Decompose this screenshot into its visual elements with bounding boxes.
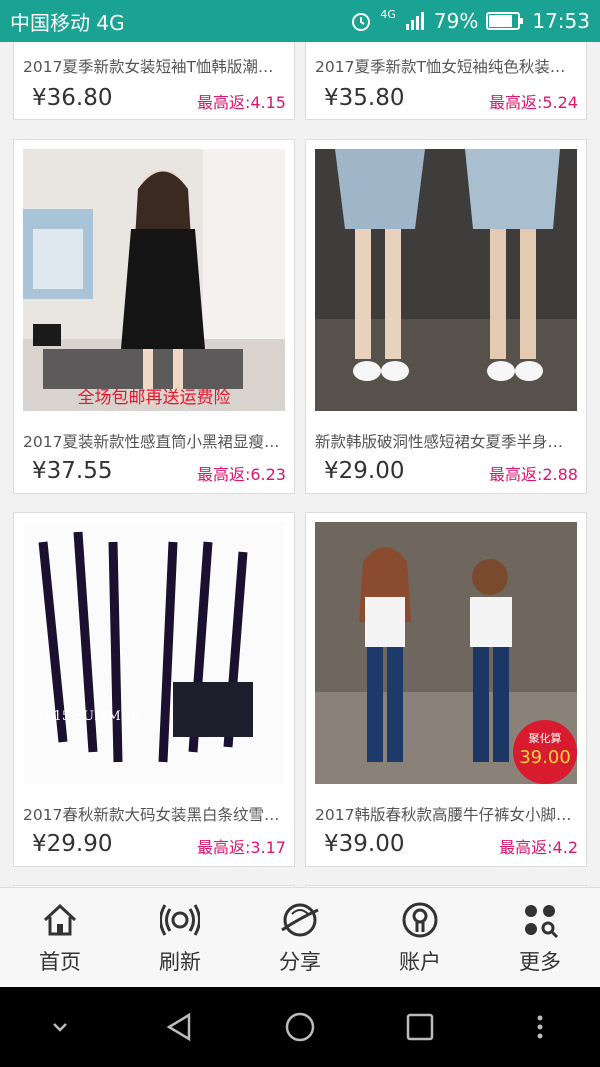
product-feed[interactable]: 2017夏季新款女装短袖T恤韩版潮… ¥36.80 最高返:4.15 2017夏… — [0, 42, 600, 887]
recents-icon[interactable] — [403, 1010, 437, 1044]
product-rebate: 最高返:4.2 — [499, 838, 578, 857]
product-card[interactable]: 2017夏季新款T恤女短袖纯色秋装… ¥35.80 最高返:5.24 — [305, 42, 587, 120]
home-circle-icon[interactable] — [283, 1010, 317, 1044]
product-price: ¥36.80 — [32, 85, 113, 111]
product-title: 2017韩版春秋款高腰牛仔裤女小脚… — [315, 806, 572, 824]
product-card[interactable]: 2015 SUMMER 2017春秋新款大码女装黑白条纹雪… ¥29.90 最高… — [13, 512, 295, 867]
promo-overlay-text: 全场包邮再送运费险 — [78, 388, 231, 408]
system-nav-bar — [0, 987, 600, 1067]
product-rebate: 最高返:4.15 — [196, 93, 286, 112]
nav-home[interactable]: 首页 — [0, 888, 120, 987]
more-icon — [525, 904, 559, 938]
alarm-icon — [352, 13, 371, 31]
product-card[interactable]: 新款韩版破洞性感短裙女夏季半身… ¥29.00 最高返:2.88 — [305, 139, 587, 494]
product-rebate: 最高返:3.17 — [196, 838, 286, 857]
product-card[interactable]: 2017夏季新款女装短袖T恤韩版潮… ¥36.80 最高返:4.15 — [13, 42, 295, 120]
battery-icon — [486, 12, 524, 30]
home-icon — [43, 903, 77, 935]
back-icon[interactable] — [163, 1010, 197, 1044]
refresh-icon — [160, 903, 200, 936]
product-image[interactable]: 全场包邮再送运费险 — [23, 149, 285, 411]
deal-badge-label: 聚化算 — [529, 731, 562, 745]
nav-account[interactable]: 账户 — [360, 888, 480, 987]
product-price: ¥39.00 — [324, 831, 405, 857]
product-rebate: 最高返:5.24 — [488, 93, 578, 112]
carrier-label: 中国移动 4G — [10, 10, 125, 35]
nav-more-label: 更多 — [519, 949, 561, 974]
product-title: 新款韩版破洞性感短裙女夏季半身… — [315, 433, 564, 451]
product-price: ¥35.80 — [324, 85, 405, 111]
signal-icon — [405, 12, 424, 30]
nav-share-label: 分享 — [279, 949, 321, 974]
product-rebate: 最高返:2.88 — [488, 465, 578, 484]
product-price: ¥29.90 — [32, 831, 113, 857]
product-price: ¥37.55 — [32, 458, 113, 484]
bottom-nav: 首页 刷新 分享 账户 更多 — [0, 887, 600, 987]
network-type-label: 4G — [380, 7, 396, 21]
product-card[interactable]: 聚化算 39.00 2017韩版春秋款高腰牛仔裤女小脚… ¥39.00 最高返:… — [305, 512, 587, 867]
status-bar: 中国移动 4G 4G 79% 17:53 — [0, 0, 600, 42]
product-image[interactable]: 聚化算 39.00 — [315, 522, 577, 784]
product-rebate: 最高返:6.23 — [196, 465, 286, 484]
product-image[interactable] — [315, 149, 577, 411]
nav-refresh-label: 刷新 — [159, 949, 201, 974]
nav-home-label: 首页 — [39, 949, 81, 974]
product-price: ¥29.00 — [324, 458, 405, 484]
share-icon — [281, 903, 319, 936]
nav-share[interactable]: 分享 — [240, 888, 360, 987]
product-image[interactable]: 2015 SUMMER — [23, 522, 285, 784]
battery-percent: 79% — [433, 9, 479, 33]
product-title: 2017夏季新款T恤女短袖纯色秋装… — [315, 58, 566, 76]
product-title: 2017夏季新款女装短袖T恤韩版潮… — [23, 58, 274, 76]
image-caption: 2015 SUMMER — [37, 709, 141, 724]
nav-more[interactable]: 更多 — [480, 888, 600, 987]
chevron-down-icon[interactable] — [43, 1010, 77, 1044]
menu-dots-icon[interactable] — [523, 1010, 557, 1044]
product-card[interactable]: 全场包邮再送运费险 2017夏装新款性感直筒小黑裙显瘦… ¥37.55 最高返:… — [13, 139, 295, 494]
deal-badge-price: 39.00 — [519, 747, 571, 768]
account-icon — [402, 902, 438, 937]
product-title: 2017夏装新款性感直筒小黑裙显瘦… — [23, 433, 280, 451]
clock: 17:53 — [532, 9, 590, 33]
nav-refresh[interactable]: 刷新 — [120, 888, 240, 987]
product-title: 2017春秋新款大码女装黑白条纹雪… — [23, 806, 280, 824]
nav-account-label: 账户 — [399, 949, 441, 974]
